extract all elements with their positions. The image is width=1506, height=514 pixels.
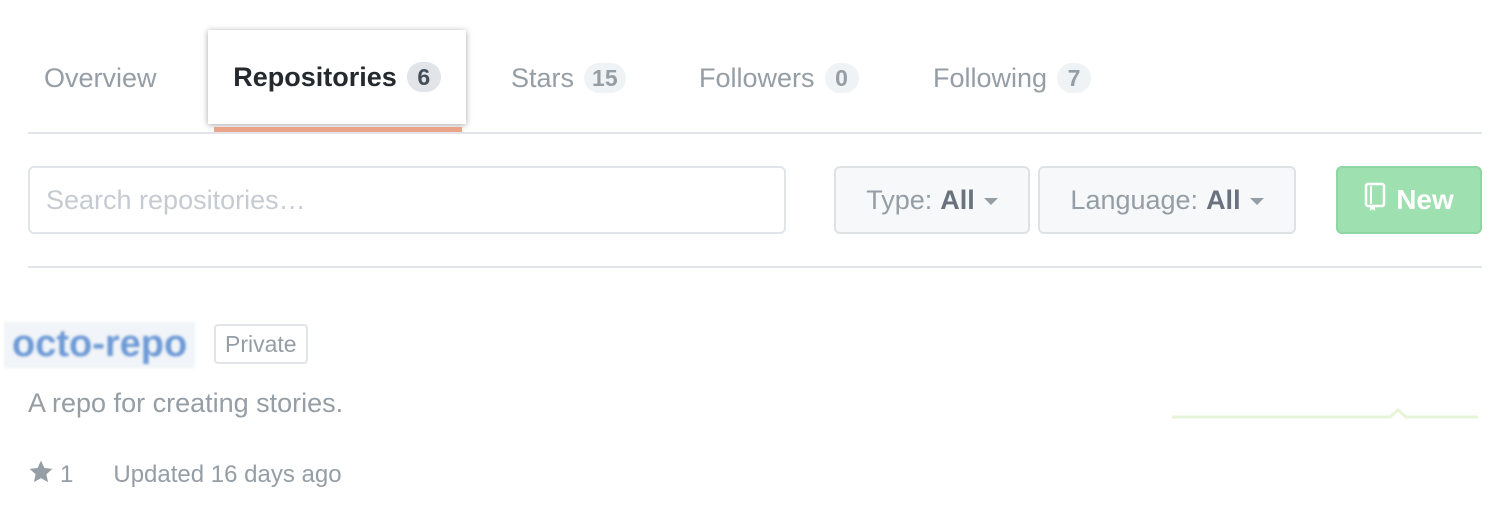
tab-repositories[interactable]: Repositories 6	[208, 30, 466, 124]
language-filter-label: Language:	[1070, 184, 1199, 215]
tab-label: Stars	[511, 62, 575, 93]
repo-meta: 1 Updated 16 days ago	[28, 458, 342, 492]
visibility-badge: Private	[214, 324, 308, 364]
tab-followers[interactable]: Followers 0	[699, 30, 859, 126]
tab-following[interactable]: Following 7	[933, 30, 1092, 126]
new-repository-button[interactable]: New	[1336, 166, 1482, 234]
tab-count: 7	[1057, 63, 1092, 93]
repo-book-icon	[1364, 182, 1396, 219]
activity-sparkline	[1172, 408, 1478, 419]
tab-count: 15	[584, 63, 626, 93]
type-filter-dropdown[interactable]: Type: All	[834, 166, 1030, 234]
new-button-label: New	[1396, 184, 1454, 215]
repo-name-link[interactable]: octo-repo	[4, 322, 196, 368]
tab-count: 0	[824, 63, 859, 93]
star-icon	[28, 459, 60, 492]
type-filter-label: Type:	[866, 184, 933, 215]
tab-overview[interactable]: Overview	[44, 30, 157, 126]
caret-down-icon	[983, 198, 998, 205]
caret-down-icon	[1249, 198, 1264, 205]
tab-label: Overview	[44, 62, 157, 93]
type-filter-value: All	[940, 184, 975, 215]
active-tab-underline	[214, 127, 462, 132]
tab-label: Following	[933, 62, 1048, 93]
updated-timestamp: Updated 16 days ago	[113, 461, 342, 488]
search-repositories-input[interactable]	[28, 166, 786, 234]
tab-label: Repositories	[233, 61, 397, 92]
tab-stars[interactable]: Stars 15	[511, 30, 626, 126]
section-divider	[28, 266, 1482, 268]
tab-count: 6	[406, 62, 441, 92]
stars-link[interactable]: 1	[28, 459, 73, 492]
language-filter-dropdown[interactable]: Language: All	[1038, 166, 1296, 234]
stars-count: 1	[60, 461, 74, 488]
profile-tabs: Overview Repositories 6 Stars 15 Followe…	[28, 0, 1482, 134]
language-filter-value: All	[1206, 184, 1241, 215]
tab-label: Followers	[699, 62, 815, 93]
repo-description: A repo for creating stories.	[28, 388, 344, 418]
